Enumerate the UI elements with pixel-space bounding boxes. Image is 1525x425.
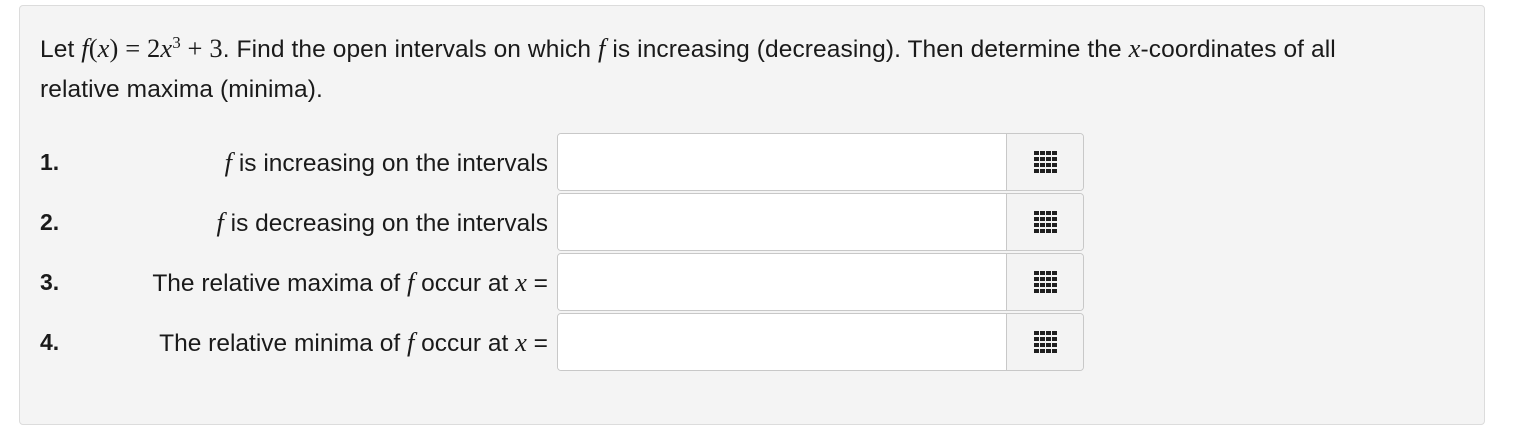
math-paren-open: ( bbox=[88, 33, 98, 63]
question-label: f is increasing on the intervals bbox=[225, 133, 548, 191]
label-equals: = bbox=[526, 270, 548, 297]
answer-field-minima bbox=[557, 313, 1084, 371]
question-number: 3. bbox=[40, 269, 60, 295]
label-text: occur at bbox=[414, 270, 516, 297]
math-x: x bbox=[97, 33, 110, 63]
grid-keypad-icon bbox=[1033, 151, 1057, 173]
grid-keypad-icon bbox=[1033, 331, 1057, 353]
problem-statement: Let f(x) = 2x3 + 3. Find the open interv… bbox=[40, 28, 1400, 110]
question-panel: Let f(x) = 2x3 + 3. Find the open interv… bbox=[19, 5, 1485, 425]
math-palette-button[interactable] bbox=[1006, 254, 1083, 310]
prompt-x-var: x bbox=[1128, 33, 1141, 63]
question-number: 4. bbox=[40, 329, 60, 355]
answer-field-maxima bbox=[557, 253, 1084, 311]
answer-field-increasing bbox=[557, 133, 1084, 191]
prompt-after-f: is increasing (decreasing). Then determi… bbox=[605, 36, 1129, 63]
question-row-4: 4. The relative minima of f occur at x = bbox=[20, 313, 1120, 371]
prompt-after-math: . Find the open intervals on which bbox=[222, 36, 598, 63]
math-equals: = 2 bbox=[118, 33, 161, 63]
label-prefix: The relative minima of bbox=[159, 330, 407, 357]
label-x-var: x bbox=[515, 327, 527, 357]
question-row-1: 1. f is increasing on the intervals bbox=[20, 133, 1120, 191]
answer-input[interactable] bbox=[558, 314, 1006, 370]
label-prefix: The relative maxima of bbox=[152, 270, 407, 297]
prompt-let: Let bbox=[40, 36, 82, 63]
grid-keypad-icon bbox=[1033, 211, 1057, 233]
label-x-var: x bbox=[515, 267, 527, 297]
label-text: is increasing on the intervals bbox=[232, 150, 548, 177]
function-definition: f(x) = 2x3 + 3 bbox=[81, 33, 222, 63]
question-label: The relative minima of f occur at x = bbox=[159, 313, 548, 371]
question-row-3: 3. The relative maxima of f occur at x = bbox=[20, 253, 1120, 311]
label-f-var: f bbox=[224, 147, 233, 177]
question-number: 1. bbox=[40, 149, 60, 175]
math-palette-button[interactable] bbox=[1006, 134, 1083, 190]
math-exponent: 3 bbox=[172, 33, 181, 52]
math-f: f bbox=[81, 33, 89, 63]
answer-input[interactable] bbox=[558, 134, 1006, 190]
label-equals: = bbox=[526, 330, 548, 357]
math-plus-three: + 3 bbox=[180, 33, 223, 63]
answer-input[interactable] bbox=[558, 254, 1006, 310]
question-label: The relative maxima of f occur at x = bbox=[152, 253, 548, 311]
math-palette-button[interactable] bbox=[1006, 314, 1083, 370]
question-row-2: 2. f is decreasing on the intervals bbox=[20, 193, 1120, 251]
grid-keypad-icon bbox=[1033, 271, 1057, 293]
label-text: occur at bbox=[414, 330, 516, 357]
answer-field-decreasing bbox=[557, 193, 1084, 251]
answer-input[interactable] bbox=[558, 194, 1006, 250]
math-palette-button[interactable] bbox=[1006, 194, 1083, 250]
label-f-var: f bbox=[216, 207, 224, 237]
question-label: f is decreasing on the intervals bbox=[217, 193, 549, 251]
question-number: 2. bbox=[40, 209, 60, 235]
math-x-var: x bbox=[160, 33, 173, 63]
label-text: is decreasing on the intervals bbox=[223, 210, 548, 237]
